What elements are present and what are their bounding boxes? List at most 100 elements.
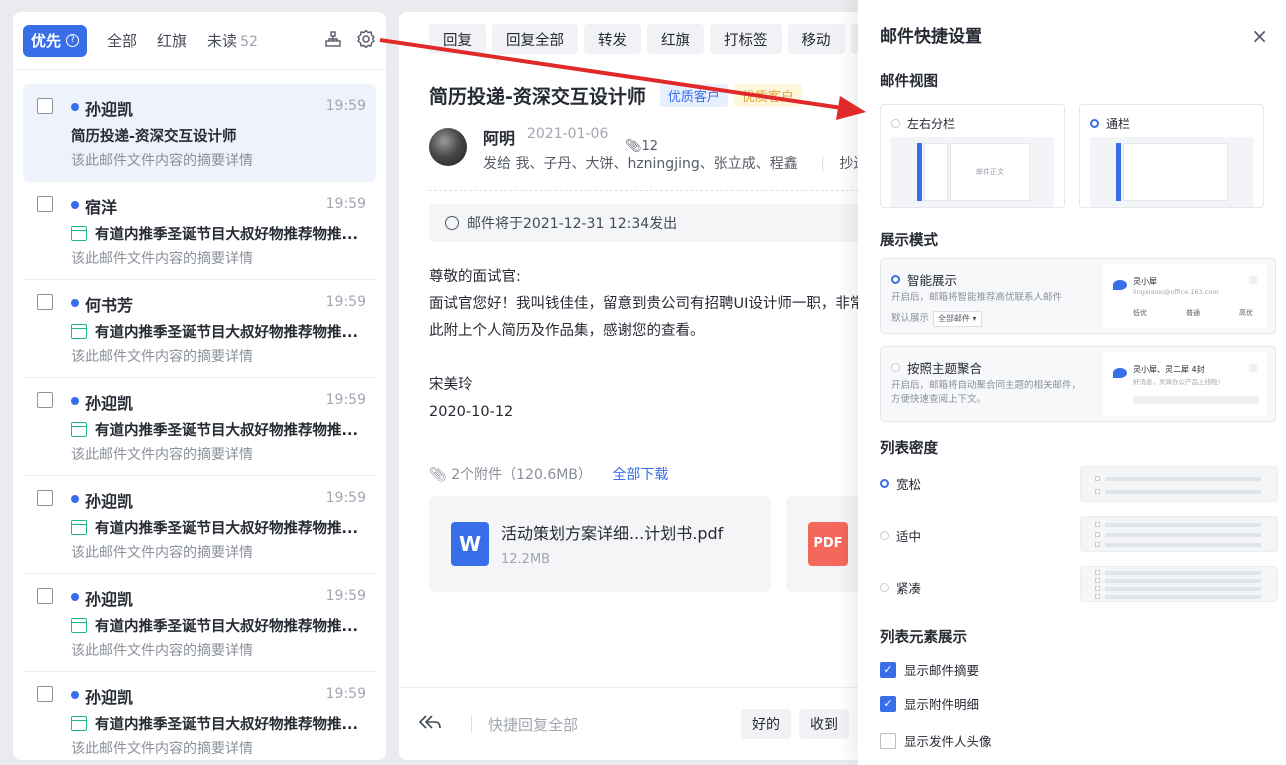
unread-dot-icon	[71, 299, 79, 307]
toggle-show-attachments[interactable]: ✓ 显示附件明细	[880, 694, 979, 713]
reply-button[interactable]: 回复	[429, 24, 486, 54]
tab-all[interactable]: 全部	[107, 30, 137, 51]
settings-gear-icon[interactable]	[356, 29, 376, 53]
mail-subject: 有道内推季圣诞节目大叔好物推荐物推...	[71, 516, 376, 538]
tag-badge[interactable]: 优质客户	[733, 84, 802, 107]
checkbox-icon[interactable]	[37, 588, 53, 604]
section-list-elements: 列表元素展示	[880, 630, 967, 646]
radio-icon[interactable]	[880, 479, 889, 488]
settings-title: 邮件快捷设置	[880, 27, 982, 47]
checkbox-icon[interactable]	[37, 98, 53, 114]
tag-button[interactable]: 打标签	[710, 24, 782, 54]
mail-summary: 该此邮件文件内容的摘要详情	[71, 251, 253, 267]
tab-unread[interactable]: 未读 52	[207, 30, 258, 51]
checkbox-checked-icon[interactable]: ✓	[880, 661, 896, 678]
attachment-name: 活动策划方案详细...计划书.pdf	[501, 524, 724, 543]
unread-dot-icon	[71, 397, 79, 405]
section-mail-view: 邮件视图	[880, 74, 938, 90]
radio-icon[interactable]	[880, 531, 889, 540]
tag-badge[interactable]: 优质客户	[659, 84, 728, 107]
list-filter-bar: 优先 ? 全部 红旗 未读 52	[13, 12, 386, 70]
word-file-icon: W	[451, 522, 489, 566]
unread-count: 52	[240, 34, 258, 50]
mail-subject: 有道内推季圣诞节目大叔好物推荐物推...	[71, 320, 376, 342]
view-option-split[interactable]: 左右分栏 邮件正文	[880, 104, 1065, 208]
attachments-header: 📎︎ 2个附件（120.6MB） 全部下载	[429, 467, 669, 483]
tab-flagged[interactable]: 红旗	[157, 30, 187, 51]
flag-button[interactable]: 红旗	[647, 24, 704, 54]
mail-summary: 该此邮件文件内容的摘要详情	[71, 349, 253, 365]
contacts-tree-icon[interactable]	[324, 30, 342, 52]
mail-list-item[interactable]: 孙迎凯 19:59 有道内推季圣诞节目大叔好物推荐物推... 该此邮件文件内容的摘要详…	[23, 378, 376, 476]
pdf-file-icon: PDF	[808, 522, 848, 566]
smart-mode-preview: 灵小犀 lingxiaoxi@office.163.com 低优 普通 高优	[1103, 264, 1267, 328]
toggle-show-summary[interactable]: ✓ 显示邮件摘要	[880, 660, 979, 679]
header-divider	[429, 190, 869, 191]
radio-icon[interactable]	[1090, 119, 1099, 128]
calendar-icon	[71, 617, 87, 633]
attachment-card[interactable]: PDF	[786, 496, 869, 592]
mail-quick-settings-panel: 邮件快捷设置 × 邮件视图 左右分栏 邮件正文 通栏 展示模式 智能展示 开启后…	[858, 0, 1286, 765]
radio-icon[interactable]	[891, 119, 900, 128]
sender-avatar[interactable]	[429, 128, 467, 166]
move-button[interactable]: 移动	[787, 24, 845, 54]
mail-summary: 该此邮件文件内容的摘要详情	[71, 447, 253, 463]
mail-list-item[interactable]: 孙迎凯 19:59 简历投递-资深交互设计师 该此邮件文件内容的摘要详情	[23, 84, 376, 182]
calendar-icon	[71, 225, 87, 241]
section-list-density: 列表密度	[880, 441, 938, 457]
checkbox-icon[interactable]	[37, 490, 53, 506]
divider	[471, 715, 472, 733]
priority-tab[interactable]: 优先 ?	[23, 24, 88, 57]
message-title: 简历投递-资深交互设计师 优质客户 优质客户	[429, 82, 802, 109]
radio-icon[interactable]	[880, 583, 889, 592]
mail-subject: 有道内推季圣诞节目大叔好物推荐物推...	[71, 712, 376, 734]
reply-all-button[interactable]: 回复全部	[492, 24, 578, 54]
mail-summary: 该此邮件文件内容的摘要详情	[71, 741, 253, 757]
mail-list-item[interactable]: 孙迎凯 19:59 有道内推季圣诞节目大叔好物推荐物推... 该此邮件文件内容的摘要详…	[23, 574, 376, 672]
section-display-mode: 展示模式	[880, 233, 938, 249]
scheduled-send-notice: 邮件将于2021-12-31 12:34发出	[429, 204, 869, 242]
attachment-card[interactable]: W 活动策划方案详细...计划书.pdf 12.2MB	[429, 496, 771, 592]
checkbox-icon[interactable]	[37, 392, 53, 408]
radio-icon[interactable]	[891, 363, 900, 372]
download-all-link[interactable]: 全部下载	[612, 467, 668, 483]
mail-list-item[interactable]: 孙迎凯 19:59 有道内推季圣诞节目大叔好物推荐物推... 该此邮件文件内容的摘要详…	[23, 672, 376, 760]
checkbox-icon[interactable]	[37, 686, 53, 702]
mail-time: 19:59	[325, 588, 366, 604]
unread-dot-icon	[71, 103, 79, 111]
checkbox-checked-icon[interactable]: ✓	[880, 695, 896, 712]
attachment-size: 12.2MB	[501, 552, 551, 567]
mail-list-item[interactable]: 孙迎凯 19:59 有道内推季圣诞节目大叔好物推荐物推... 该此邮件文件内容的摘要详…	[23, 476, 376, 574]
checkbox-icon[interactable]	[37, 294, 53, 310]
calendar-icon	[71, 715, 87, 731]
paperclip-icon: 📎︎	[625, 139, 642, 154]
help-icon[interactable]: ?	[66, 34, 80, 47]
quick-reply-received-button[interactable]: 收到	[799, 709, 849, 739]
mode-option-smart[interactable]: 智能展示 开启后，邮箱将智能推荐高优联系人邮件 默认展示 全部邮件 ▾ 灵小犀 l…	[880, 258, 1276, 334]
radio-icon[interactable]	[891, 275, 900, 284]
quick-reply-input[interactable]: 快捷回复全部	[488, 714, 733, 735]
sender-name[interactable]: 阿明	[483, 125, 515, 149]
calendar-icon	[71, 421, 87, 437]
paperclip-icon: 📎︎	[429, 467, 447, 483]
mail-time: 19:59	[325, 686, 366, 702]
mail-list-item[interactable]: 何书芳 19:59 有道内推季圣诞节目大叔好物推荐物推... 该此邮件文件内容的摘要详…	[23, 280, 376, 378]
close-icon[interactable]: ×	[1251, 24, 1268, 48]
mail-toolbar: 回复 回复全部 转发 红旗 打标签 移动	[399, 12, 869, 54]
reply-all-icon[interactable]	[419, 712, 453, 736]
recipients: 发给 我、子丹、大饼、hzningjing、张立成、程鑫 | 抄送	[483, 156, 868, 172]
forward-button[interactable]: 转发	[584, 24, 641, 54]
calendar-icon	[71, 519, 87, 535]
toggle-show-avatar[interactable]: 显示发件人头像	[880, 731, 992, 750]
quick-reply-ok-button[interactable]: 好的	[741, 709, 791, 739]
mail-list-item[interactable]: 宿洋 19:59 有道内推季圣诞节目大叔好物推荐物推... 该此邮件文件内容的摘要详情	[23, 182, 376, 280]
message-body: 尊敬的面试官: 面试官您好！我叫钱佳佳，留意到贵公司有招聘UI设计师一职，非常 …	[429, 269, 865, 420]
checkbox-icon[interactable]	[880, 732, 896, 749]
mail-subject: 有道内推季圣诞节目大叔好物推荐物推...	[71, 418, 376, 440]
checkbox-icon[interactable]	[37, 196, 53, 212]
view-option-full[interactable]: 通栏	[1079, 104, 1264, 208]
attachment-count-badge[interactable]: 📎︎12	[621, 139, 663, 154]
mode-option-thread[interactable]: 按照主题聚合 开启后，邮箱将自动聚合同主题的相关邮件，方便快速查阅上下文。 灵小…	[880, 346, 1276, 422]
mail-time: 19:59	[325, 392, 366, 408]
default-display-select[interactable]: 全部邮件 ▾	[933, 311, 982, 327]
